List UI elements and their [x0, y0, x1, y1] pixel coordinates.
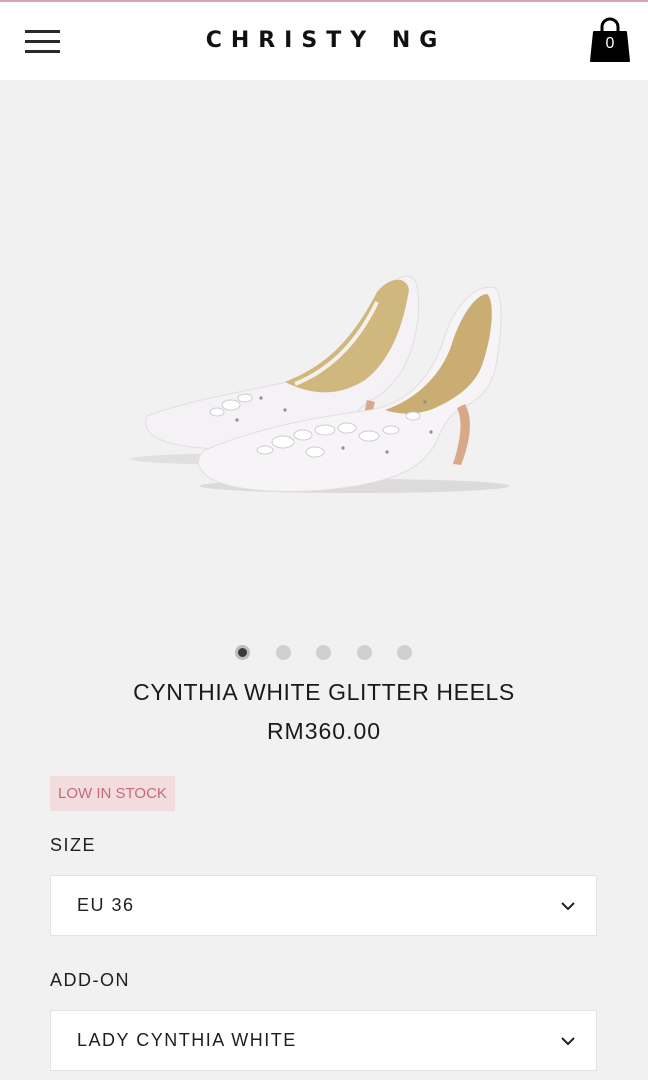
site-header: CHRISTY NG 0 [0, 2, 648, 80]
size-select[interactable]: EU 36 [50, 875, 597, 936]
carousel-dot-4[interactable] [357, 645, 372, 660]
carousel-dot-5[interactable] [397, 645, 412, 660]
cart-button[interactable]: 0 [588, 16, 632, 64]
size-label: SIZE [50, 835, 97, 855]
product-title: CYNTHIA WHITE GLITTER HEELS [133, 679, 515, 705]
cart-count: 0 [605, 35, 615, 52]
carousel-dot-1[interactable] [235, 645, 250, 660]
carousel-dot-3[interactable] [316, 645, 331, 660]
chevron-down-icon [561, 902, 575, 911]
size-select-value: EU 36 [77, 895, 135, 915]
product-price: RM360.00 [266, 718, 382, 744]
addon-label: ADD-ON [50, 970, 130, 990]
addon-select-value: LADY CYNTHIA WHITE [77, 1030, 297, 1050]
stock-status-badge: LOW IN STOCK [50, 776, 175, 811]
addon-select[interactable]: LADY CYNTHIA WHITE [50, 1010, 597, 1071]
chevron-down-icon [561, 1037, 575, 1046]
carousel-dot-2[interactable] [276, 645, 291, 660]
brand-logo[interactable]: CHRISTY NG [0, 28, 648, 53]
carousel-pagination [0, 645, 648, 661]
product-image-carousel[interactable] [25, 80, 623, 600]
product-image [130, 275, 510, 493]
